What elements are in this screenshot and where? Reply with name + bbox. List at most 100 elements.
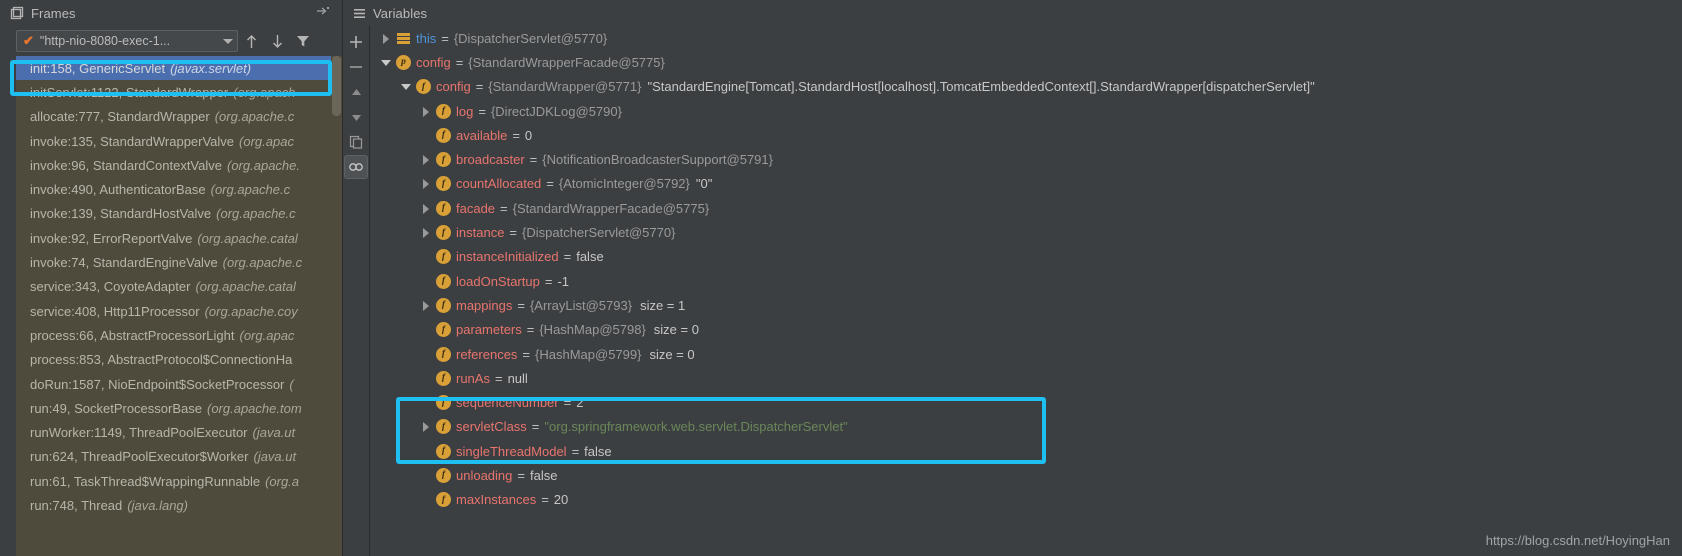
equals-sign: = — [509, 225, 518, 241]
variable-row[interactable]: f log = {DirectJDKLog@5790} — [370, 99, 1682, 123]
frame-method: service:408, Http11Processor — [30, 303, 200, 319]
chevron-right-icon[interactable] — [420, 153, 433, 166]
chevron-right-icon[interactable] — [420, 177, 433, 190]
panel-headers: Frames Variables — [0, 0, 1682, 26]
variable-row[interactable]: f singleThreadModel = false — [370, 439, 1682, 463]
variable-name: loadOnStartup — [456, 273, 540, 289]
frame-row[interactable]: invoke:74, StandardEngineValve (org.apach… — [0, 250, 342, 274]
variable-row[interactable]: f available = 0 — [370, 123, 1682, 147]
pin-arrow-icon[interactable] — [316, 5, 330, 20]
filter-button[interactable] — [290, 28, 316, 54]
variables-tree[interactable]: this = {DispatcherServlet@5770} p config = {St… — [370, 26, 1682, 556]
variable-name: log — [456, 103, 474, 119]
thread-selector[interactable]: ✔ "http-nio-8080-exec-1... — [16, 30, 238, 52]
chevron-right-icon[interactable] — [420, 202, 433, 215]
frame-package: (org.apache.c — [216, 206, 296, 222]
frame-row[interactable]: service:343, CoyoteAdapter (org.apache.ca… — [0, 275, 342, 299]
variable-row[interactable]: p config = {StandardWrapperFacade@5775} — [370, 50, 1682, 74]
frame-row[interactable]: invoke:139, StandardHostValve (org.apache… — [0, 202, 342, 226]
field-icon: f — [436, 467, 451, 483]
variable-row[interactable]: this = {DispatcherServlet@5770} — [370, 26, 1682, 50]
field-icon: f — [436, 127, 451, 143]
variable-name: broadcaster — [456, 152, 525, 168]
chevron-right-icon[interactable] — [420, 226, 433, 239]
frame-method: runWorker:1149, ThreadPoolExecutor — [30, 425, 248, 441]
equals-sign: = — [455, 54, 464, 70]
variable-row[interactable]: f config = {StandardWrapper@5771} "StandardE… — [370, 75, 1682, 99]
chevron-right-icon[interactable] — [420, 420, 433, 433]
variable-row[interactable]: f loadOnStartup = -1 — [370, 269, 1682, 293]
frame-row[interactable]: process:853, AbstractProtocol$Connection… — [0, 348, 342, 372]
frame-row[interactable]: run:61, TaskThread$WrappingRunnable (org.… — [0, 469, 342, 493]
chevron-right-icon[interactable] — [420, 299, 433, 312]
field-icon: f — [436, 297, 451, 313]
frame-row[interactable]: invoke:96, StandardContextValve (org.apac… — [0, 153, 342, 177]
thread-up-button[interactable] — [238, 28, 264, 54]
frames-scrollbar[interactable] — [331, 56, 342, 556]
frame-row[interactable]: allocate:777, StandardWrapper (org.apache… — [0, 105, 342, 129]
variable-row[interactable]: f servletClass = "org.springframework.web.s… — [370, 415, 1682, 439]
frame-row[interactable]: process:66, AbstractProcessorLight (org.a… — [0, 323, 342, 347]
thread-toolbar: ✔ "http-nio-8080-exec-1... — [0, 26, 342, 56]
frames-scrollbar-thumb[interactable] — [332, 56, 341, 116]
variable-reference: {NotificationBroadcasterSupport@5791} — [542, 152, 773, 168]
thread-down-button[interactable] — [264, 28, 290, 54]
frame-row[interactable]: doRun:1587, NioEndpoint$SocketProcessor( — [0, 372, 342, 396]
variable-row[interactable]: f instance = {DispatcherServlet@5770} — [370, 220, 1682, 244]
frame-method: invoke:92, ErrorReportValve — [30, 230, 193, 246]
variable-row[interactable]: f sequenceNumber = 2 — [370, 390, 1682, 414]
frame-package: (javax.servlet) — [170, 60, 252, 76]
chevron-down-icon[interactable] — [223, 38, 233, 44]
equals-sign: = — [517, 297, 525, 313]
variable-row[interactable]: f runAs = null — [370, 366, 1682, 390]
frames-list[interactable]: init:158, GenericServlet (javax.servlet) i… — [0, 56, 342, 556]
add-watch-button[interactable] — [344, 30, 368, 54]
chevron-right-icon[interactable] — [420, 105, 433, 118]
frame-row[interactable]: runWorker:1149, ThreadPoolExecutor (java.… — [0, 420, 342, 444]
variable-value: 0 — [524, 127, 533, 143]
frame-row[interactable]: invoke:490, AuthenticatorBase (org.apache… — [0, 177, 342, 201]
variable-value: false — [529, 467, 558, 483]
variable-reference: {StandardWrapperFacade@5775} — [468, 54, 665, 70]
copy-value-button[interactable] — [344, 130, 368, 154]
chevron-down-icon[interactable] — [380, 56, 393, 69]
variable-row[interactable]: f countAllocated = {AtomicInteger@5792} "0" — [370, 172, 1682, 196]
move-down-button[interactable] — [344, 105, 368, 129]
variable-row[interactable]: f parameters = {HashMap@5798} size = 0 — [370, 318, 1682, 342]
variable-row[interactable]: f mappings = {ArrayList@5793} size = 1 — [370, 293, 1682, 317]
frame-row[interactable]: run:748, Thread (java.lang) — [0, 493, 342, 517]
frame-row[interactable]: service:408, Http11Processor (org.apache.… — [0, 299, 342, 323]
variable-row[interactable]: f instanceInitialized = false — [370, 245, 1682, 269]
frame-row[interactable]: initServlet:1122, StandardWrapper (org.ap… — [0, 80, 342, 104]
field-icon: f — [436, 322, 451, 338]
variable-row[interactable]: f maxInstances = 20 — [370, 488, 1682, 512]
remove-watch-button[interactable] — [344, 55, 368, 79]
chevron-down-icon[interactable] — [400, 80, 413, 93]
variable-row[interactable]: f broadcaster = {NotificationBroadcasterSup… — [370, 147, 1682, 171]
variable-row[interactable]: f references = {HashMap@5799} size = 0 — [370, 342, 1682, 366]
variable-name: references — [456, 346, 518, 362]
variables-panel-header: Variables — [343, 0, 1682, 26]
variable-row[interactable]: f facade = {StandardWrapperFacade@5775} — [370, 196, 1682, 220]
field-icon: f — [436, 370, 451, 386]
variable-name: servletClass — [456, 419, 527, 435]
frame-row[interactable]: run:49, SocketProcessorBase (org.apache.t… — [0, 396, 342, 420]
frame-row[interactable]: invoke:135, StandardWrapperValve (org.apa… — [0, 129, 342, 153]
frame-row[interactable]: run:624, ThreadPoolExecutor$Worker (java.… — [0, 445, 342, 469]
chevron-right-icon[interactable] — [380, 32, 393, 45]
equals-sign: = — [475, 79, 484, 95]
frame-row[interactable]: invoke:92, ErrorReportValve (org.apache.c… — [0, 226, 342, 250]
variable-reference: {DispatcherServlet@5770} — [453, 30, 608, 46]
watches-toggle-button[interactable] — [344, 155, 368, 179]
variable-row[interactable]: f unloading = false — [370, 463, 1682, 487]
frame-row[interactable]: init:158, GenericServlet (javax.servlet) — [0, 56, 342, 81]
frame-method: process:66, AbstractProcessorLight — [30, 327, 235, 343]
collection-size: size = 0 — [649, 346, 695, 362]
move-up-button[interactable] — [344, 80, 368, 104]
equals-sign: = — [517, 467, 525, 483]
